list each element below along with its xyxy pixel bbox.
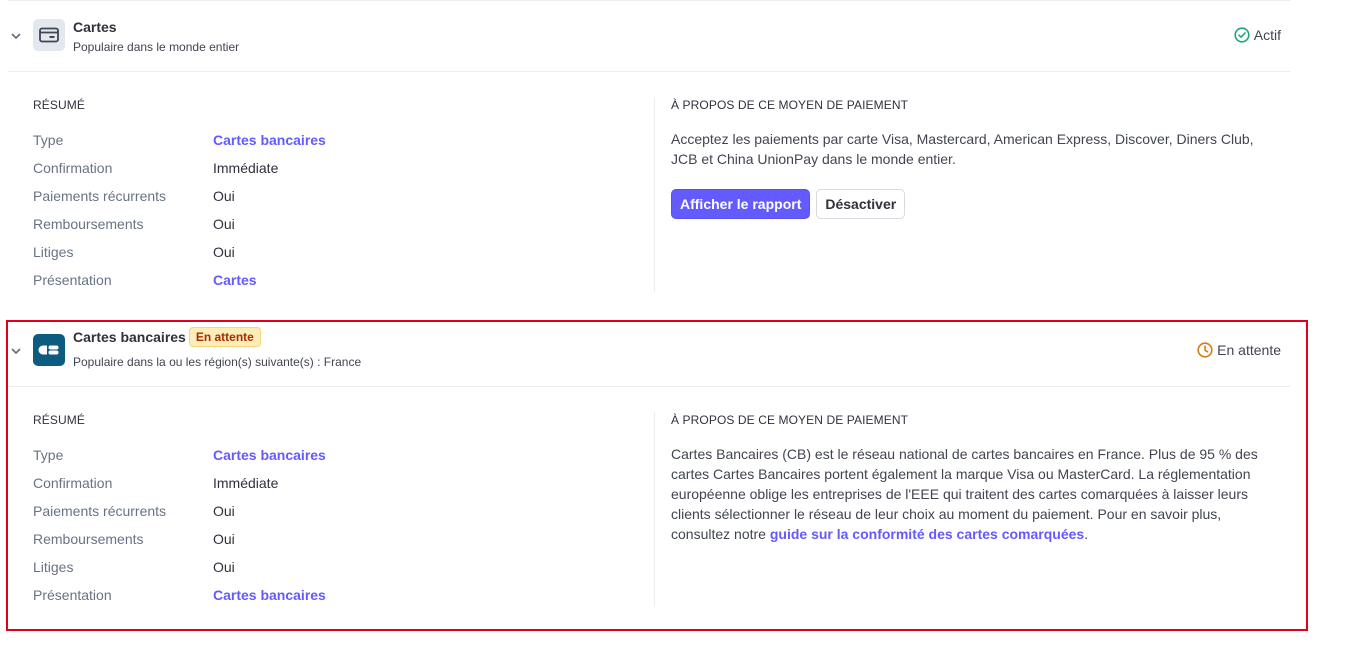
about-description: Cartes Bancaires (CB) est le réseau nati…: [671, 444, 1283, 544]
summary-label: Remboursements: [33, 531, 144, 547]
payment-method-name: Cartes bancaires: [73, 329, 186, 345]
status-indicator: En attente: [1197, 342, 1281, 358]
summary-label: Litiges: [33, 244, 74, 260]
summary-label: Type: [33, 132, 64, 148]
check-circle-icon: [1234, 27, 1250, 43]
summary-panel: RÉSUMÉ Type Cartes bancaires Confirmatio…: [33, 412, 653, 609]
deactivate-button[interactable]: Désactiver: [816, 189, 906, 219]
summary-value-link[interactable]: Cartes bancaires: [213, 132, 326, 148]
summary-row-presentation: Présentation Cartes bancaires: [33, 581, 653, 609]
chevron-down-icon[interactable]: [10, 30, 22, 42]
summary-value: Immédiate: [213, 160, 279, 176]
chevron-down-icon[interactable]: [10, 345, 22, 357]
summary-value: Oui: [213, 216, 235, 232]
summary-label: Confirmation: [33, 160, 113, 176]
summary-label: Paiements récurrents: [33, 188, 167, 204]
about-panel: À PROPOS DE CE MOYEN DE PAIEMENT Accepte…: [671, 97, 1291, 219]
column-divider: [654, 97, 655, 292]
summary-value-link[interactable]: Cartes bancaires: [213, 587, 326, 603]
summary-label: Présentation: [33, 272, 112, 288]
about-panel: À PROPOS DE CE MOYEN DE PAIEMENT Cartes …: [671, 412, 1291, 544]
payment-method-cartes-bancaires: Cartes bancaires En attente Populaire da…: [8, 315, 1290, 627]
summary-title: RÉSUMÉ: [33, 413, 85, 427]
about-text-end: .: [1084, 526, 1089, 542]
summary-value: Oui: [213, 503, 235, 519]
summary-row-disputes: Litiges Oui: [33, 238, 653, 266]
column-divider: [654, 412, 655, 607]
view-report-button[interactable]: Afficher le rapport: [671, 189, 811, 219]
summary-row-disputes: Litiges Oui: [33, 553, 653, 581]
summary-row-presentation: Présentation Cartes: [33, 266, 653, 294]
card-logo: [33, 19, 65, 51]
summary-value-link[interactable]: Cartes: [213, 272, 257, 288]
payment-method-details: RÉSUMÉ Type Cartes bancaires Confirmatio…: [8, 72, 1290, 312]
status-label: En attente: [1217, 342, 1281, 358]
summary-label: Remboursements: [33, 216, 144, 232]
credit-card-icon: [39, 27, 59, 43]
payment-method-cartes: Cartes Populaire dans le monde entier Ac…: [8, 0, 1290, 312]
payment-method-subtitle: Populaire dans la ou les région(s) suiva…: [73, 355, 362, 369]
summary-title: RÉSUMÉ: [33, 98, 85, 112]
summary-row-type: Type Cartes bancaires: [33, 126, 653, 154]
payment-method-name: Cartes: [73, 19, 117, 35]
payment-method-header[interactable]: Cartes Populaire dans le monde entier Ac…: [8, 0, 1290, 72]
summary-row-refunds: Remboursements Oui: [33, 210, 653, 238]
payment-method-details: RÉSUMÉ Type Cartes bancaires Confirmatio…: [8, 387, 1290, 627]
summary-value-link[interactable]: Cartes bancaires: [213, 447, 326, 463]
payment-method-title-row: Cartes bancaires En attente: [73, 327, 261, 347]
summary-row-refunds: Remboursements Oui: [33, 525, 653, 553]
summary-value: Oui: [213, 188, 235, 204]
summary-label: Présentation: [33, 587, 112, 603]
summary-row-recurring: Paiements récurrents Oui: [33, 497, 653, 525]
status-indicator: Actif: [1234, 27, 1281, 43]
summary-label: Type: [33, 447, 64, 463]
about-description: Acceptez les paiements par carte Visa, M…: [671, 131, 1254, 167]
payment-method-subtitle: Populaire dans le monde entier: [73, 40, 240, 54]
clock-icon: [1197, 342, 1213, 358]
status-label: Actif: [1253, 27, 1281, 43]
summary-row-confirmation: Confirmation Immédiate: [33, 469, 653, 497]
summary-panel: RÉSUMÉ Type Cartes bancaires Confirmatio…: [33, 97, 653, 294]
cb-logo: [33, 334, 65, 366]
about-title: À PROPOS DE CE MOYEN DE PAIEMENT: [671, 98, 909, 112]
summary-label: Confirmation: [33, 475, 113, 491]
summary-row-type: Type Cartes bancaires: [33, 441, 653, 469]
payment-method-header[interactable]: Cartes bancaires En attente Populaire da…: [8, 315, 1290, 387]
summary-row-confirmation: Confirmation Immédiate: [33, 154, 653, 182]
cartes-bancaires-logo-icon: [38, 345, 59, 355]
status-badge: En attente: [188, 327, 261, 347]
summary-value: Immédiate: [213, 475, 279, 491]
summary-label: Litiges: [33, 559, 74, 575]
summary-value: Oui: [213, 244, 235, 260]
co-badged-guide-link[interactable]: guide sur la conformité des cartes comar…: [770, 526, 1084, 542]
summary-label: Paiements récurrents: [33, 503, 167, 519]
summary-row-recurring: Paiements récurrents Oui: [33, 182, 653, 210]
summary-value: Oui: [213, 559, 235, 575]
about-title: À PROPOS DE CE MOYEN DE PAIEMENT: [671, 413, 909, 427]
summary-value: Oui: [213, 531, 235, 547]
